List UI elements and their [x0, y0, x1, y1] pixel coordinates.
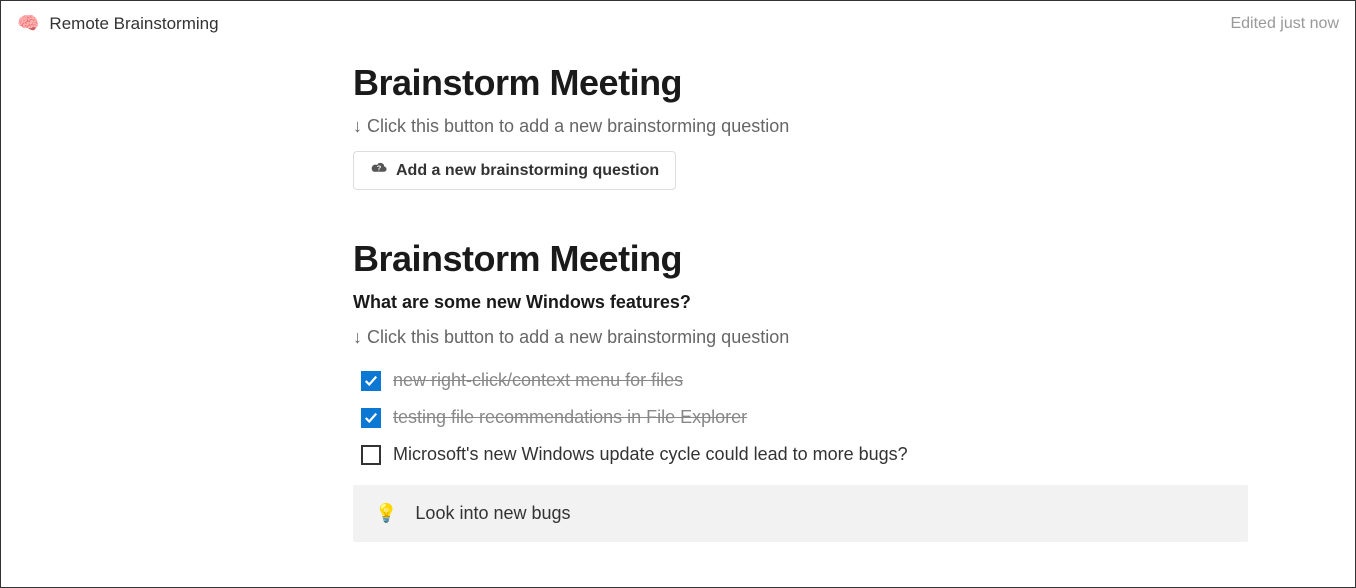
question-cloud-icon: ? [370, 160, 388, 181]
svg-text:?: ? [377, 163, 382, 172]
checkbox-unchecked[interactable] [361, 445, 381, 465]
page-heading-2[interactable]: Brainstorm Meeting [353, 238, 1248, 280]
check-item[interactable]: Microsoft's new Windows update cycle cou… [353, 436, 1248, 473]
instruction-text-1[interactable]: ↓ Click this button to add a new brainst… [353, 116, 1248, 137]
checkbox-checked[interactable] [361, 371, 381, 391]
check-item-label[interactable]: new right-click/context menu for files [393, 370, 683, 391]
edit-status: Edited just now [1230, 15, 1339, 33]
add-question-button[interactable]: ? Add a new brainstorming question [353, 151, 676, 190]
callout-block[interactable]: 💡 Look into new bugs [353, 485, 1248, 542]
check-item[interactable]: new right-click/context menu for files [353, 362, 1248, 399]
document-body[interactable]: Brainstorm Meeting ↓ Click this button t… [353, 42, 1248, 542]
checkbox-checked[interactable] [361, 408, 381, 428]
check-item-label[interactable]: Microsoft's new Windows update cycle cou… [393, 444, 908, 465]
brain-icon: 🧠 [17, 13, 39, 34]
check-item[interactable]: testing file recommendations in File Exp… [353, 399, 1248, 436]
document-title[interactable]: Remote Brainstorming [49, 14, 218, 34]
section-2: Brainstorm Meeting What are some new Win… [353, 238, 1248, 542]
page-heading-1[interactable]: Brainstorm Meeting [353, 62, 1248, 104]
callout-text[interactable]: Look into new bugs [415, 503, 570, 524]
check-item-label[interactable]: testing file recommendations in File Exp… [393, 407, 747, 428]
question-heading[interactable]: What are some new Windows features? [353, 292, 1248, 313]
header-left: 🧠 Remote Brainstorming [17, 13, 219, 34]
lightbulb-icon: 💡 [375, 503, 397, 524]
header-bar: 🧠 Remote Brainstorming Edited just now [1, 1, 1355, 42]
instruction-text-2[interactable]: ↓ Click this button to add a new brainst… [353, 327, 1248, 348]
add-button-label: Add a new brainstorming question [396, 162, 659, 180]
checklist: new right-click/context menu for files t… [353, 362, 1248, 473]
